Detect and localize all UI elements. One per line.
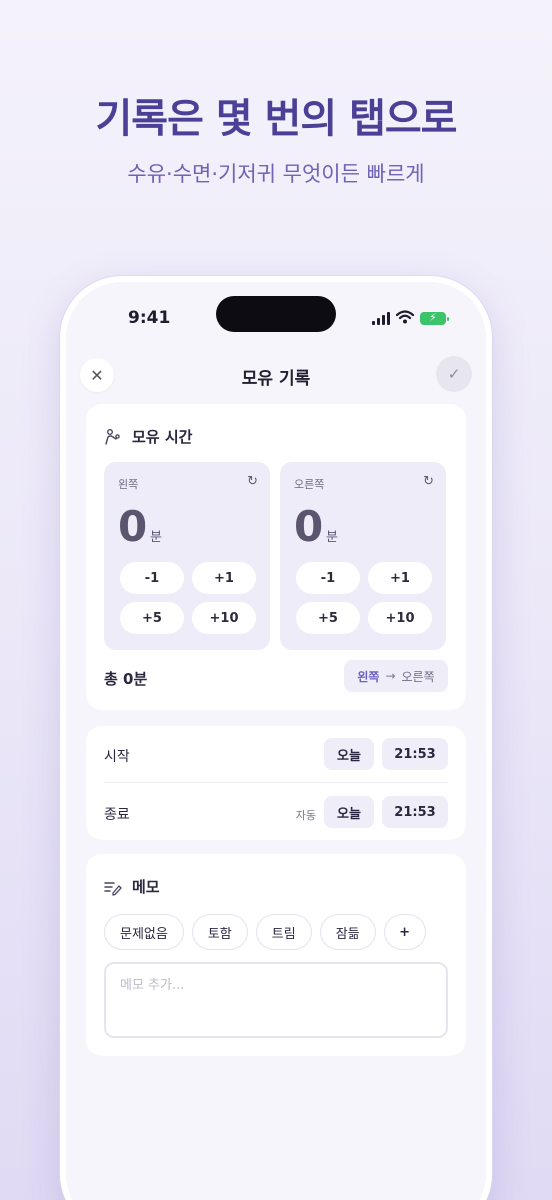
end-label: 종료 xyxy=(104,807,130,823)
reset-left-button[interactable]: ↻ xyxy=(247,474,258,489)
tag-fell-asleep[interactable]: 잠듦 xyxy=(319,914,376,950)
right-side-panel: 오른쪽 ↻ 0 분 -1 +1 +5 +10 xyxy=(280,462,446,650)
nursing-section-header: 모유 시간 xyxy=(104,426,192,447)
memo-card: 메모 문제없음 토함 트림 잠듦 + xyxy=(86,854,466,1056)
arrow-right-icon: → xyxy=(385,669,396,683)
right-plus-10-button[interactable]: +10 xyxy=(368,602,432,634)
right-side-label: 오른쪽 xyxy=(294,478,325,491)
memo-title: 메모 xyxy=(132,878,160,896)
left-plus-5-button[interactable]: +5 xyxy=(120,602,184,634)
hero-subtitle: 수유·수면·기저귀 무엇이든 빠르게 xyxy=(127,162,425,186)
refresh-icon: ↻ xyxy=(423,474,434,489)
right-plus-5-button[interactable]: +5 xyxy=(296,602,360,634)
side-order-toggle[interactable]: 왼쪽 → 오른쪽 xyxy=(344,660,448,692)
left-minus-1-button[interactable]: -1 xyxy=(120,562,184,594)
refresh-icon: ↻ xyxy=(247,474,258,489)
dynamic-island xyxy=(216,296,336,332)
end-day-button[interactable]: 오늘 xyxy=(324,796,374,828)
reset-right-button[interactable]: ↻ xyxy=(423,474,434,489)
left-side-label: 왼쪽 xyxy=(118,478,139,491)
total-duration: 총 0분 xyxy=(104,670,148,688)
wifi-icon xyxy=(395,309,415,328)
right-minutes-unit: 분 xyxy=(326,530,338,545)
status-icons: ⚡ xyxy=(372,309,449,328)
nav-bar: ✕ 모유 기록 ✓ xyxy=(66,352,486,396)
confirm-button[interactable]: ✓ xyxy=(436,356,472,392)
start-time-button[interactable]: 21:53 xyxy=(382,738,448,770)
check-icon: ✓ xyxy=(447,365,461,383)
quick-tags: 문제없음 토함 트림 잠듦 + xyxy=(104,914,426,950)
order-from-label: 왼쪽 xyxy=(357,669,380,684)
start-time-row: 시작 오늘 21:53 xyxy=(104,738,448,772)
baby-feeding-icon xyxy=(104,428,122,446)
right-minus-1-button[interactable]: -1 xyxy=(296,562,360,594)
end-time-button[interactable]: 21:53 xyxy=(382,796,448,828)
nursing-title: 모유 시간 xyxy=(132,428,193,446)
order-to-label: 오른쪽 xyxy=(401,669,435,684)
battery-charging-icon: ⚡ xyxy=(420,311,449,325)
signal-icon xyxy=(372,312,390,325)
memo-input[interactable] xyxy=(104,962,448,1038)
status-time: 9:41 xyxy=(128,308,171,328)
hero-title: 기록은 몇 번의 탭으로 xyxy=(95,96,458,142)
left-side-panel: 왼쪽 ↻ 0 분 -1 +1 +5 +10 xyxy=(104,462,270,650)
add-tag-button[interactable]: + xyxy=(383,914,426,950)
left-minutes-unit: 분 xyxy=(150,530,162,545)
tag-burp[interactable]: 트림 xyxy=(255,914,312,950)
right-plus-1-button[interactable]: +1 xyxy=(368,562,432,594)
end-time-row: 종료 자동 오늘 21:53 xyxy=(104,796,448,830)
start-day-button[interactable]: 오늘 xyxy=(324,738,374,770)
nursing-time-card: 모유 시간 왼쪽 ↻ 0 분 -1 +1 +5 +10 오른쪽 ↻ 0 분 -1… xyxy=(86,404,466,710)
tag-vomit[interactable]: 토함 xyxy=(191,914,248,950)
note-edit-icon xyxy=(104,878,122,896)
auto-label: 자동 xyxy=(295,809,316,822)
right-minutes-value: 0 xyxy=(294,502,324,551)
left-plus-10-button[interactable]: +10 xyxy=(192,602,256,634)
time-card: 시작 오늘 21:53 종료 자동 오늘 21:53 xyxy=(86,726,466,840)
left-plus-1-button[interactable]: +1 xyxy=(192,562,256,594)
tag-no-problem[interactable]: 문제없음 xyxy=(104,914,184,950)
memo-section-header: 메모 xyxy=(104,876,160,897)
left-minutes-value: 0 xyxy=(118,502,148,551)
divider xyxy=(104,782,448,783)
start-label: 시작 xyxy=(104,749,130,765)
app-screen: 9:41 ⚡ ✕ 모유 기록 ✓ 모유 시간 왼쪽 ↻ 0 분 -1 +1 +5… xyxy=(66,282,486,1200)
phone-mockup: 9:41 ⚡ ✕ 모유 기록 ✓ 모유 시간 왼쪽 ↻ 0 분 -1 +1 +5… xyxy=(60,276,492,1200)
page-title: 모유 기록 xyxy=(241,369,311,389)
